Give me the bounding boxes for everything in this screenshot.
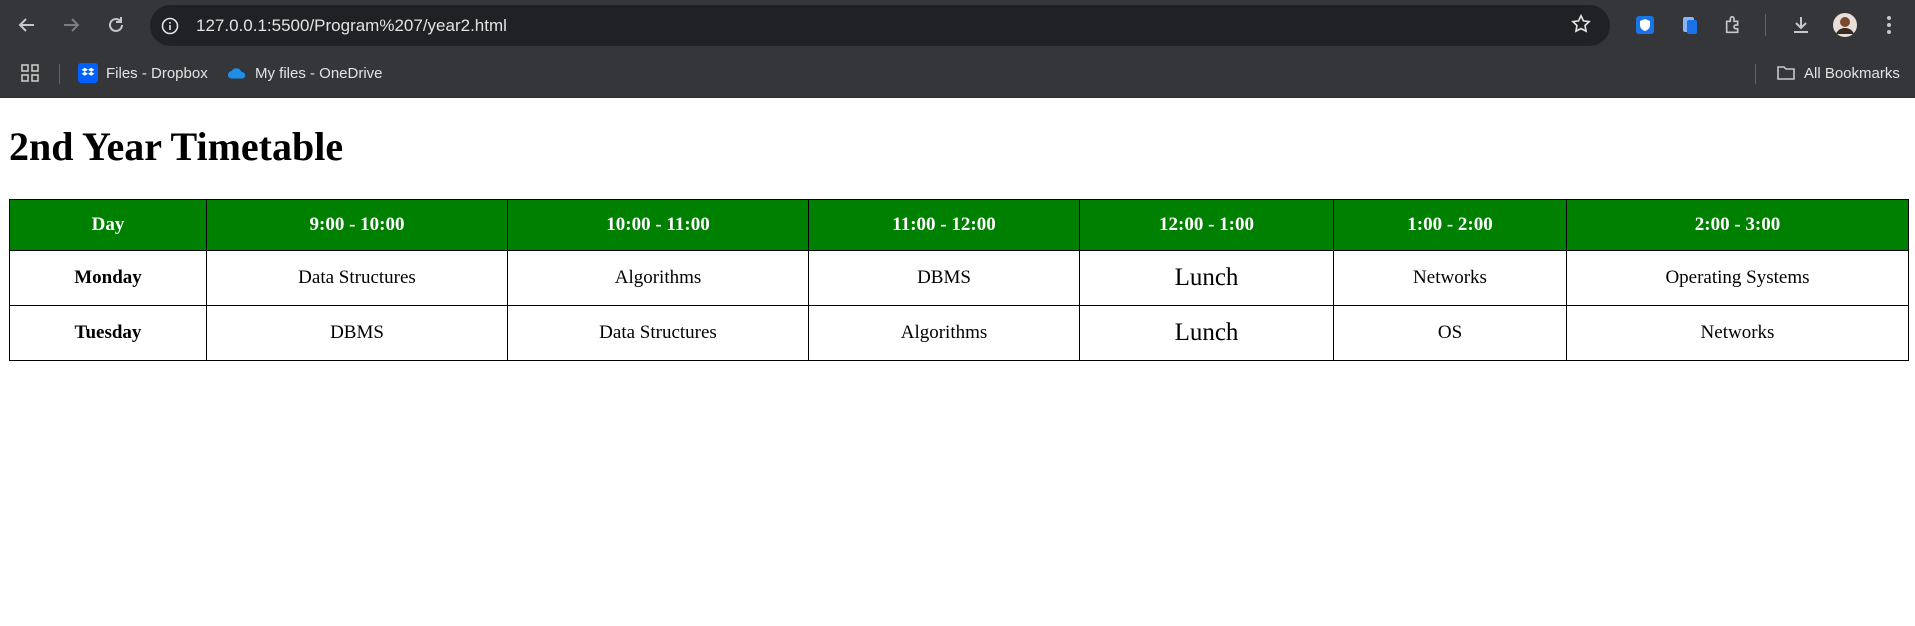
puzzle-extensions-icon[interactable] bbox=[1720, 11, 1748, 39]
table-row: Tuesday DBMS Data Structures Algorithms … bbox=[9, 305, 1909, 361]
header-slot: 2:00 - 3:00 bbox=[1566, 199, 1909, 251]
bookmarks-bar: Files - Dropbox My files - OneDrive All … bbox=[0, 50, 1915, 98]
slot-cell: Data Structures bbox=[206, 250, 508, 306]
address-bar[interactable]: 127.0.0.1:5500/Program%207/year2.html bbox=[150, 5, 1610, 46]
kebab-menu-icon[interactable] bbox=[1875, 11, 1903, 39]
table-row: Monday Data Structures Algorithms DBMS L… bbox=[9, 250, 1909, 306]
header-slot: 10:00 - 11:00 bbox=[507, 199, 809, 251]
page-title: 2nd Year Timetable bbox=[9, 124, 344, 169]
apps-grid-icon[interactable] bbox=[20, 62, 40, 84]
header-slot: 1:00 - 2:00 bbox=[1333, 199, 1567, 251]
extension-shield-icon[interactable] bbox=[1631, 11, 1659, 39]
header-slot: 11:00 - 12:00 bbox=[808, 199, 1080, 251]
slot-cell: DBMS bbox=[808, 250, 1080, 306]
slot-cell: Algorithms bbox=[808, 305, 1080, 361]
day-cell: Monday bbox=[9, 250, 207, 306]
all-bookmarks-label: All Bookmarks bbox=[1804, 64, 1900, 82]
browser-toolbar: 127.0.0.1:5500/Program%207/year2.html bbox=[0, 0, 1915, 50]
star-icon[interactable] bbox=[1570, 13, 1592, 40]
url-text[interactable]: 127.0.0.1:5500/Program%207/year2.html bbox=[196, 16, 507, 36]
slot-cell: Operating Systems bbox=[1566, 250, 1909, 306]
toolbar-divider bbox=[1765, 14, 1766, 36]
slot-cell: Algorithms bbox=[507, 250, 809, 306]
lunch-cell: Lunch bbox=[1079, 250, 1334, 306]
folder-icon bbox=[1776, 63, 1796, 83]
forward-arrow-icon[interactable] bbox=[56, 10, 86, 40]
onedrive-icon bbox=[227, 63, 247, 83]
download-icon[interactable] bbox=[1787, 11, 1815, 39]
bookmark-dropbox[interactable]: Files - Dropbox bbox=[78, 62, 208, 84]
page-content: 2nd Year Timetable Day 9:00 - 10:00 10:0… bbox=[0, 98, 1915, 361]
slot-cell: OS bbox=[1333, 305, 1567, 361]
info-icon[interactable] bbox=[154, 10, 186, 42]
header-slot: 9:00 - 10:00 bbox=[206, 199, 508, 251]
header-day: Day bbox=[9, 199, 207, 251]
timetable: Day 9:00 - 10:00 10:00 - 11:00 11:00 - 1… bbox=[9, 199, 1909, 361]
day-cell: Tuesday bbox=[9, 305, 207, 361]
bookmarks-divider bbox=[1755, 64, 1756, 84]
profile-avatar[interactable] bbox=[1831, 11, 1859, 39]
timetable-header-row: Day 9:00 - 10:00 10:00 - 11:00 11:00 - 1… bbox=[9, 199, 1909, 251]
bookmark-label: Files - Dropbox bbox=[106, 64, 208, 82]
bookmark-onedrive[interactable]: My files - OneDrive bbox=[227, 62, 383, 84]
slot-cell: Networks bbox=[1566, 305, 1909, 361]
bookmarks-divider bbox=[59, 64, 60, 84]
back-arrow-icon[interactable] bbox=[12, 10, 42, 40]
slot-cell: DBMS bbox=[206, 305, 508, 361]
header-slot: 12:00 - 1:00 bbox=[1079, 199, 1334, 251]
bookmark-label: My files - OneDrive bbox=[255, 64, 383, 82]
extension-document-icon[interactable] bbox=[1676, 11, 1704, 39]
slot-cell: Networks bbox=[1333, 250, 1567, 306]
lunch-cell: Lunch bbox=[1079, 305, 1334, 361]
reload-icon[interactable] bbox=[101, 10, 131, 40]
slot-cell: Data Structures bbox=[507, 305, 809, 361]
browser-chrome: 127.0.0.1:5500/Program%207/year2.html Fi… bbox=[0, 0, 1915, 98]
dropbox-icon bbox=[78, 63, 98, 83]
all-bookmarks-button[interactable]: All Bookmarks bbox=[1776, 62, 1900, 84]
